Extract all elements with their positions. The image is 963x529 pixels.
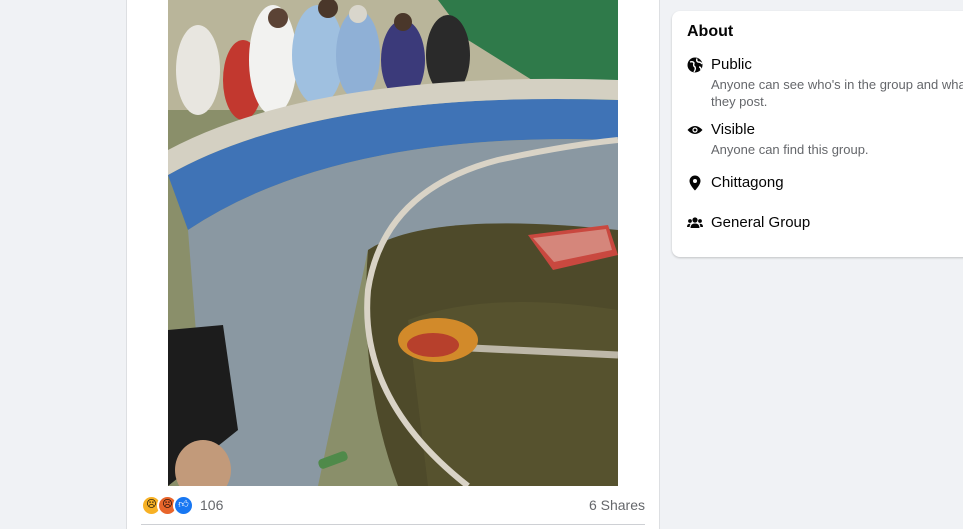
shares-count[interactable]: 6 Shares (589, 497, 645, 513)
about-item-group-type: General Group (686, 214, 963, 234)
visibility-description: Anyone can find this group. (711, 142, 869, 157)
reaction-icons: ☹ ☹ 👍︎ (141, 494, 194, 516)
post-footer: ☹ ☹ 👍︎ 106 6 Shares (141, 486, 645, 525)
privacy-description: Anyone can see who's in the group and wh… (711, 77, 963, 109)
reactions-summary[interactable]: ☹ ☹ 👍︎ 106 (141, 494, 223, 516)
post-card: ☹ ☹ 👍︎ 106 6 Shares (126, 0, 660, 529)
post-photo[interactable] (168, 0, 618, 486)
about-item-visibility: Visible Anyone can find this group. (686, 121, 963, 161)
visibility-label: Visible (711, 121, 755, 138)
location-label[interactable]: Chittagong (711, 174, 784, 191)
globe-icon (686, 56, 703, 73)
about-card: About Public Anyone can see who's in the… (672, 11, 963, 257)
fountain-photo (168, 0, 618, 486)
location-pin-icon (686, 174, 703, 191)
eye-icon (686, 121, 703, 138)
people-icon (686, 214, 703, 231)
privacy-label: Public (711, 56, 752, 73)
about-item-location: Chittagong (686, 174, 963, 194)
like-reaction-icon: 👍︎ (173, 494, 194, 516)
about-item-privacy: Public Anyone can see who's in the group… (686, 56, 963, 109)
reaction-count[interactable]: 106 (200, 497, 223, 513)
about-title: About (687, 23, 734, 40)
group-type-label: General Group (711, 214, 811, 231)
